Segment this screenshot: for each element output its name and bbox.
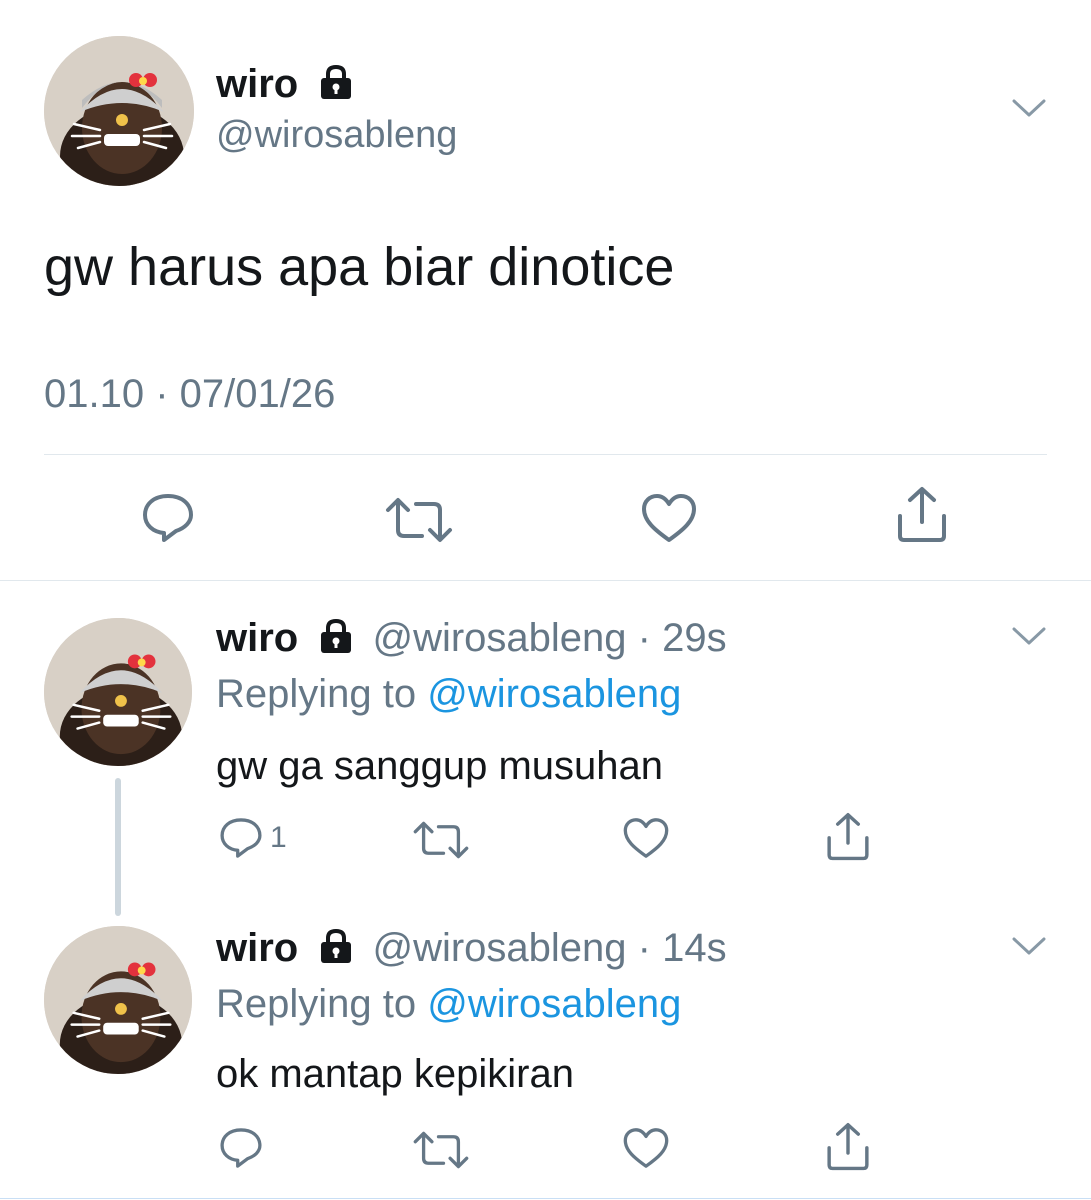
replying-to: Replying to @wirosableng [216,672,681,717]
avatar[interactable] [44,618,192,766]
reply-header: wiro @wirosableng · 14s [216,926,727,971]
retweet-icon [413,1131,469,1169]
like-button[interactable] [622,1126,670,1170]
retweet-button[interactable] [384,496,454,544]
like-icon [642,494,696,542]
reply-icon [220,1128,262,1168]
handle[interactable]: @wirosableng [372,926,626,970]
display-name-text: wiro [216,62,299,106]
replying-to: Replying to @wirosableng [216,982,681,1027]
handle[interactable]: @wirosableng [216,114,457,157]
handle[interactable]: @wirosableng [372,616,626,660]
replying-to-mention[interactable]: @wirosableng [427,672,681,716]
section-divider [0,580,1091,581]
retweet-icon [386,498,452,542]
like-icon [623,1128,669,1168]
display-name[interactable]: wiro [216,62,355,107]
reply-button[interactable]: 1 [218,816,287,860]
chevron-down-icon[interactable] [1012,98,1046,118]
retweet-button[interactable] [412,820,470,860]
avatar-photo [44,36,194,186]
avatar[interactable] [44,926,192,1074]
retweet-icon [413,821,469,859]
thread-line [115,778,121,916]
like-icon [623,818,669,858]
reply-time[interactable]: 14s [662,926,727,970]
reply-text: ok mantap kepikiran [216,1052,574,1096]
lock-icon [321,65,352,100]
tweet-text: gw harus apa biar dinotice [44,237,675,297]
share-icon [827,1123,869,1171]
avatar-photo [44,926,192,1074]
chevron-down-icon[interactable] [1012,626,1046,646]
divider [44,454,1047,455]
replying-prefix: Replying to [216,982,417,1026]
like-button[interactable] [640,492,698,544]
lock-icon [321,619,352,654]
retweet-button[interactable] [412,1130,470,1170]
replying-to-mention[interactable]: @wirosableng [427,982,681,1026]
reply-count: 1 [270,821,287,854]
reply-header: wiro @wirosableng · 29s [216,616,727,661]
reply-button[interactable] [140,492,196,544]
share-icon [898,487,946,542]
separator: · [637,616,651,660]
reply-icon [220,818,262,858]
like-button[interactable] [622,816,670,860]
display-name[interactable]: wiro [216,616,298,660]
share-icon [827,813,869,861]
avatar-photo [44,618,192,766]
reply-text: gw ga sanggup musuhan [216,744,663,788]
share-button[interactable] [824,812,872,862]
separator: · [637,926,651,970]
bottom-divider [0,1198,1091,1199]
display-name[interactable]: wiro [216,926,298,970]
share-button[interactable] [824,1122,872,1172]
share-button[interactable] [894,486,950,544]
avatar[interactable] [44,36,194,186]
lock-icon [321,929,352,964]
tweet-timestamp[interactable]: 01.10 · 07/01/26 [44,372,335,417]
reply-button[interactable] [218,1126,264,1170]
reply-icon [143,494,193,542]
replying-prefix: Replying to [216,672,417,716]
reply-time[interactable]: 29s [662,616,727,660]
chevron-down-icon[interactable] [1012,936,1046,956]
